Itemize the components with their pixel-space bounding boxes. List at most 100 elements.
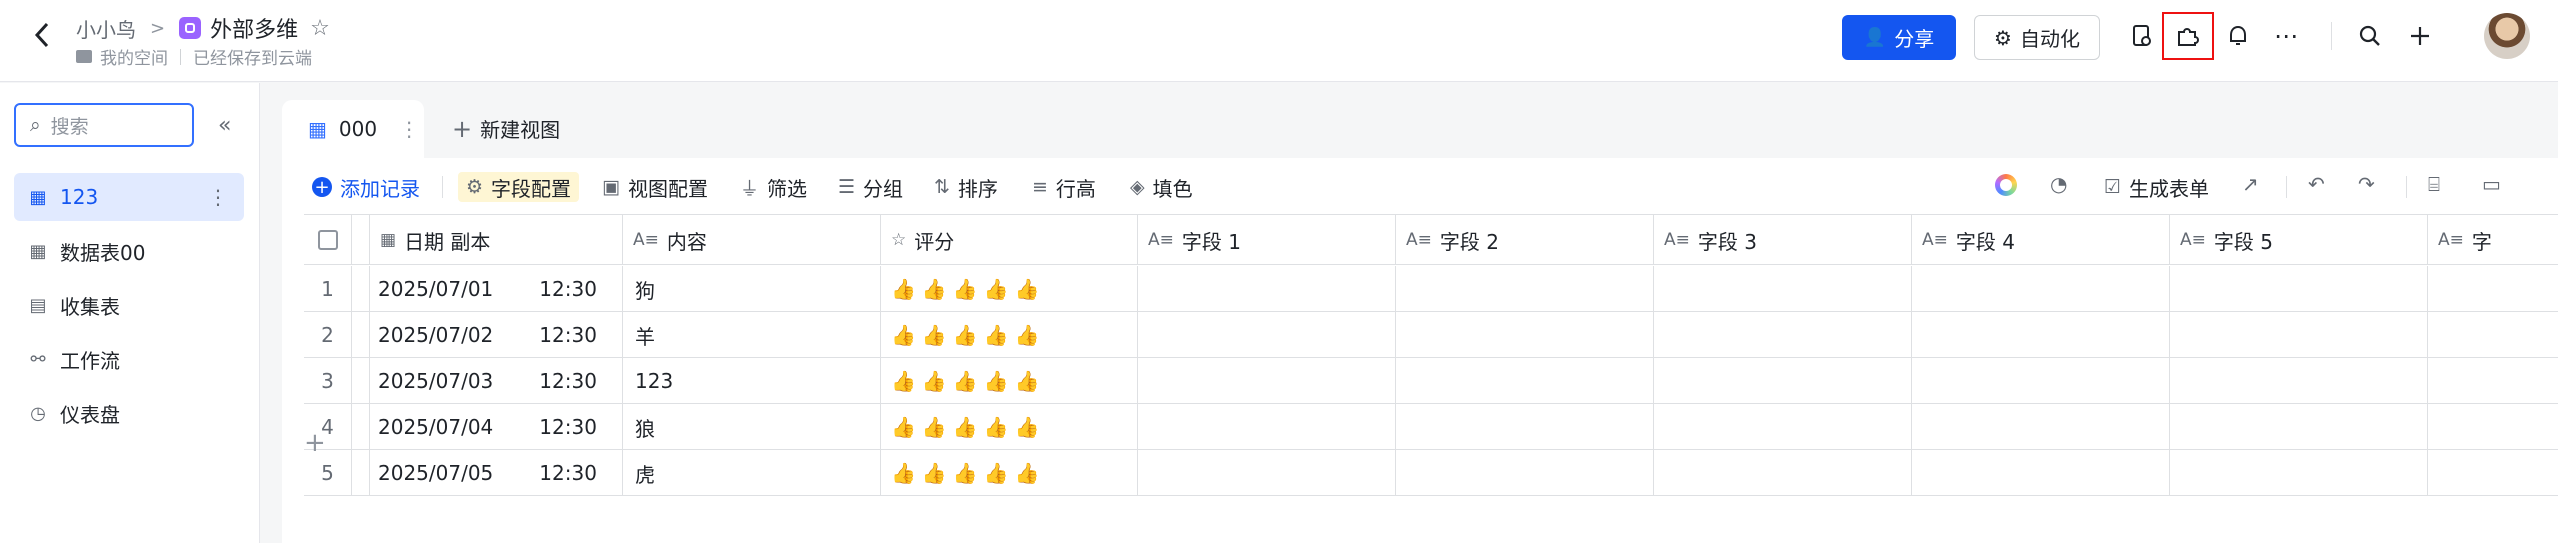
thumbs-up-icon[interactable]: 👍	[922, 371, 947, 391]
content-cell[interactable]: 123	[623, 358, 881, 404]
content-cell[interactable]: 羊	[623, 312, 881, 358]
share-out-icon[interactable]: ↗	[2242, 172, 2259, 196]
find-icon[interactable]: ⌸	[2428, 172, 2440, 196]
table-row[interactable]: 2 2025/07/02 12:30 羊 👍 👍 👍 👍 👍	[304, 312, 2558, 358]
empty-cell[interactable]	[1654, 312, 1912, 358]
more-vertical-icon[interactable]: ⋮	[399, 117, 419, 141]
field-config-button[interactable]: ⚙ 字段配置	[458, 172, 580, 202]
empty-cell[interactable]	[1396, 266, 1654, 312]
empty-cell[interactable]	[1654, 450, 1912, 496]
thumbs-up-icon[interactable]: 👍	[922, 325, 947, 345]
table-row[interactable]: 4 2025/07/04 12:30 狼 👍 👍 👍 👍 👍	[304, 404, 2558, 450]
sidebar-item-dashboard[interactable]: ◷ 仪表盘	[14, 389, 244, 437]
location-label[interactable]: 我的空间	[100, 44, 168, 69]
star-icon[interactable]: ☆	[310, 16, 330, 41]
date-cell[interactable]: 2025/07/04 12:30	[370, 404, 623, 450]
collapse-sidebar-icon[interactable]: «	[218, 113, 231, 138]
thumbs-up-icon[interactable]: 👍	[953, 371, 978, 391]
empty-cell[interactable]	[1396, 312, 1654, 358]
empty-cell[interactable]	[1396, 358, 1654, 404]
checkbox[interactable]	[317, 230, 338, 250]
thumbs-up-icon[interactable]: 👍	[922, 417, 947, 437]
tab-view-000[interactable]: ▦ 000 ⋮	[282, 100, 424, 158]
add-row-icon[interactable]: +	[304, 428, 326, 458]
column-header[interactable]: A≡ 字段 1	[1138, 215, 1396, 265]
empty-cell[interactable]	[1912, 312, 2170, 358]
back-icon[interactable]	[30, 18, 54, 52]
column-header[interactable]: ☆ 评分	[881, 215, 1138, 265]
column-header[interactable]: A≡ 内容	[623, 215, 881, 265]
content-cell[interactable]: 狼	[623, 404, 881, 450]
thumbs-up-icon[interactable]: 👍	[1015, 417, 1040, 437]
column-header[interactable]: A≡ 字段 4	[1912, 215, 2170, 265]
empty-cell[interactable]	[2428, 450, 2558, 496]
avatar[interactable]	[2484, 13, 2530, 59]
thumbs-up-icon[interactable]: 👍	[953, 279, 978, 299]
breadcrumb-parent[interactable]: 小小鸟	[76, 14, 136, 43]
bell-icon[interactable]	[2222, 20, 2254, 52]
sort-button[interactable]: ⇅ 排序	[934, 172, 998, 202]
row-handle[interactable]	[352, 404, 370, 450]
thumbs-up-icon[interactable]: 👍	[891, 325, 916, 345]
empty-cell[interactable]	[1138, 266, 1396, 312]
empty-cell[interactable]	[2170, 266, 2428, 312]
view-config-button[interactable]: ▣ 视图配置	[602, 172, 708, 202]
empty-cell[interactable]	[2428, 266, 2558, 312]
plus-icon[interactable]	[2404, 20, 2436, 52]
thumbs-up-icon[interactable]: 👍	[984, 463, 1009, 483]
thumbs-up-icon[interactable]: 👍	[1015, 463, 1040, 483]
date-cell[interactable]: 2025/07/02 12:30	[370, 312, 623, 358]
empty-cell[interactable]	[2428, 312, 2558, 358]
select-all-checkbox[interactable]	[304, 215, 352, 265]
thumbs-up-icon[interactable]: 👍	[891, 463, 916, 483]
column-header[interactable]: A≡ 字段 5	[2170, 215, 2428, 265]
undo-icon[interactable]: ↶	[2308, 172, 2325, 196]
empty-cell[interactable]	[1396, 404, 1654, 450]
empty-cell[interactable]	[1138, 358, 1396, 404]
sidebar-item-workflow[interactable]: ⚯ 工作流	[14, 335, 244, 383]
column-header[interactable]: A≡ 字段 2	[1396, 215, 1654, 265]
thumbs-up-icon[interactable]: 👍	[891, 417, 916, 437]
empty-cell[interactable]	[1654, 404, 1912, 450]
row-handle[interactable]	[352, 358, 370, 404]
sidebar-item-123[interactable]: ▦ 123 ⋮	[14, 173, 244, 221]
thumbs-up-icon[interactable]: 👍	[922, 463, 947, 483]
more-vertical-icon[interactable]: ⋮	[208, 185, 228, 209]
generate-form-button[interactable]: ☑ 生成表单	[2104, 172, 2209, 202]
table-row[interactable]: 1 2025/07/01 12:30 狗 👍 👍 👍 👍 👍	[304, 266, 2558, 312]
redo-icon[interactable]: ↷	[2358, 172, 2375, 196]
empty-cell[interactable]	[2170, 404, 2428, 450]
comment-icon[interactable]: ▭	[2482, 172, 2501, 196]
filter-button[interactable]: ⏚ 筛选	[740, 172, 807, 202]
empty-cell[interactable]	[1654, 358, 1912, 404]
rating-cell[interactable]: 👍 👍 👍 👍 👍	[881, 312, 1138, 358]
automation-button[interactable]: ⚙ 自动化	[1974, 15, 2100, 60]
thumbs-up-icon[interactable]: 👍	[984, 371, 1009, 391]
thumbs-up-icon[interactable]: 👍	[922, 279, 947, 299]
group-button[interactable]: ☰ 分组	[838, 172, 903, 202]
thumbs-up-icon[interactable]: 👍	[984, 325, 1009, 345]
table-row[interactable]: 3 2025/07/03 12:30 123 👍 👍 👍 👍 👍	[304, 358, 2558, 404]
sidebar-item-datatable00[interactable]: ▦ 数据表00	[14, 227, 244, 275]
share-button[interactable]: 👤 分享	[1842, 15, 1956, 60]
empty-cell[interactable]	[1912, 404, 2170, 450]
thumbs-up-icon[interactable]: 👍	[1015, 325, 1040, 345]
more-icon[interactable]: ⋯	[2270, 20, 2302, 52]
doc-icon[interactable]	[2126, 20, 2158, 52]
empty-cell[interactable]	[1138, 312, 1396, 358]
empty-cell[interactable]	[2428, 358, 2558, 404]
rating-cell[interactable]: 👍 👍 👍 👍 👍	[881, 266, 1138, 312]
thumbs-up-icon[interactable]: 👍	[953, 417, 978, 437]
rating-cell[interactable]: 👍 👍 👍 👍 👍	[881, 358, 1138, 404]
sidebar-item-form[interactable]: ▤ 收集表	[14, 281, 244, 329]
row-handle[interactable]	[352, 450, 370, 496]
thumbs-up-icon[interactable]: 👍	[1015, 279, 1040, 299]
date-cell[interactable]: 2025/07/01 12:30	[370, 266, 623, 312]
table-row[interactable]: 5 2025/07/05 12:30 虎 👍 👍 👍 👍 👍	[304, 450, 2558, 496]
plugin-icon[interactable]	[2162, 12, 2214, 60]
new-view-button[interactable]: + 新建视图	[452, 114, 560, 143]
search-input[interactable]: ⌕ 搜索	[14, 103, 194, 147]
rating-cell[interactable]: 👍 👍 👍 👍 👍	[881, 404, 1138, 450]
empty-cell[interactable]	[2170, 312, 2428, 358]
rating-cell[interactable]: 👍 👍 👍 👍 👍	[881, 450, 1138, 496]
